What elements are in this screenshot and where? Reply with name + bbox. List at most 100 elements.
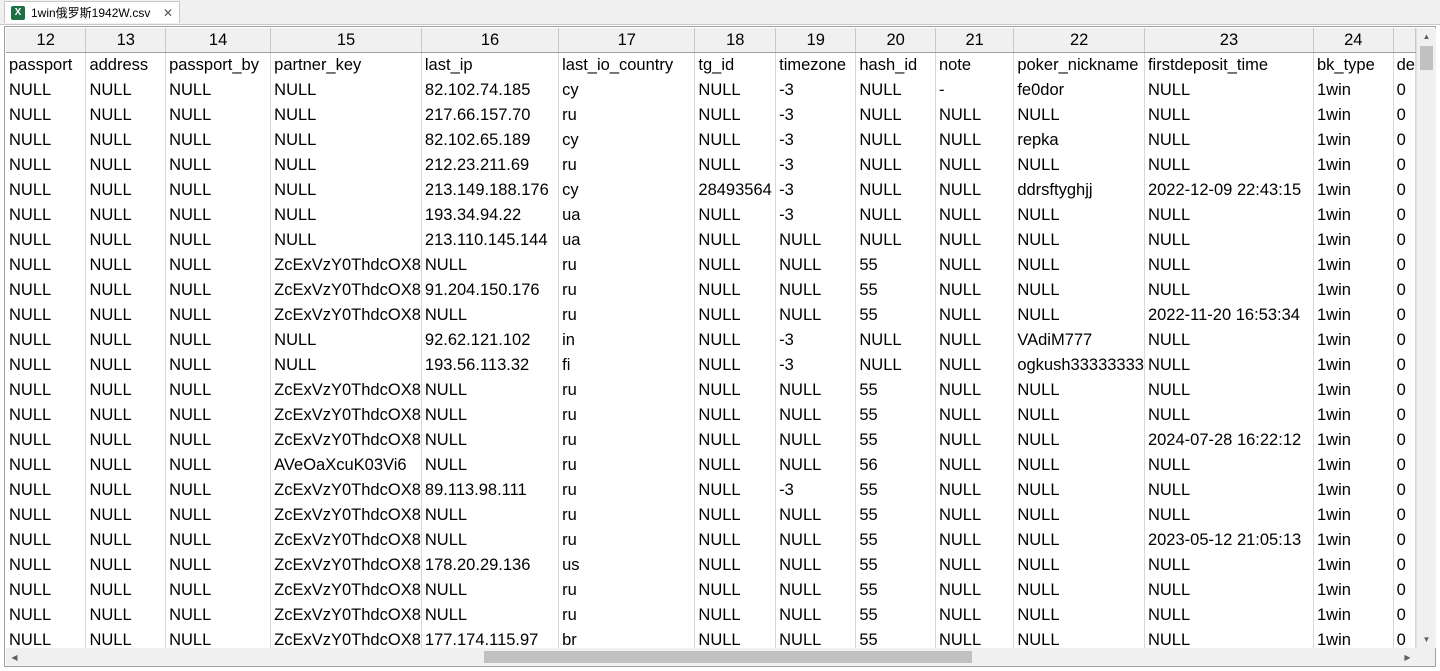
column-number-partial[interactable] (1393, 28, 1416, 53)
table-cell[interactable]: NULL (165, 628, 272, 648)
table-cell[interactable]: NULL (1013, 428, 1145, 453)
table-cell[interactable]: NULL (6, 428, 87, 453)
csv-grid[interactable]: 12 13 14 15 16 17 18 19 20 21 22 23 24 passport addre… (6, 28, 1416, 648)
table-cell[interactable]: NULL (165, 303, 272, 328)
table-cell[interactable]: NULL (165, 353, 272, 378)
table-cell[interactable]: NULL (421, 428, 560, 453)
table-cell[interactable]: NULL (855, 228, 936, 253)
table-cell[interactable]: NULL (935, 253, 1015, 278)
table-cell[interactable]: NULL (775, 228, 857, 253)
table-cell[interactable]: NULL (694, 503, 777, 528)
table-cell[interactable]: NULL (694, 528, 777, 553)
table-cell[interactable]: 1win (1313, 103, 1394, 128)
table-cell[interactable]: NULL (165, 603, 272, 628)
table-cell[interactable]: 1win (1313, 78, 1394, 103)
table-cell[interactable]: ru (558, 428, 696, 453)
table-cell[interactable]: NULL (1013, 303, 1145, 328)
table-cell[interactable]: 0 (1393, 453, 1416, 478)
table-cell[interactable]: NULL (85, 378, 167, 403)
table-cell[interactable]: 28493564 (694, 178, 777, 203)
table-cell[interactable]: 55 (855, 603, 936, 628)
table-cell[interactable]: -3 (775, 478, 857, 503)
table-cell[interactable]: 55 (855, 578, 936, 603)
table-cell[interactable]: 0 (1393, 253, 1416, 278)
table-cell[interactable]: NULL (935, 378, 1015, 403)
table-cell[interactable]: NULL (775, 628, 857, 648)
table-cell[interactable]: NULL (1144, 403, 1315, 428)
table-cell[interactable]: NULL (1144, 353, 1315, 378)
table-cell[interactable]: 217.66.157.70 (421, 103, 560, 128)
table-cell[interactable]: NULL (694, 553, 777, 578)
table-cell[interactable]: NULL (1144, 78, 1315, 103)
table-cell[interactable]: 1win (1313, 428, 1394, 453)
table-cell[interactable]: NULL (6, 78, 87, 103)
table-cell[interactable]: NULL (1013, 278, 1145, 303)
table-cell[interactable]: NULL (85, 453, 167, 478)
table-cell[interactable]: NULL (85, 203, 167, 228)
table-cell[interactable]: NULL (165, 528, 272, 553)
table-cell[interactable]: 0 (1393, 128, 1416, 153)
column-number-18[interactable]: 18 (694, 28, 777, 53)
table-cell[interactable]: NULL (694, 403, 777, 428)
table-cell[interactable]: 1win (1313, 478, 1394, 503)
table-cell[interactable]: ZcExVzY0ThdcOX8 (270, 403, 422, 428)
table-cell[interactable]: NULL (421, 528, 560, 553)
table-cell[interactable]: -3 (775, 178, 857, 203)
table-cell[interactable]: NULL (165, 328, 272, 353)
table-cell[interactable]: 0 (1393, 103, 1416, 128)
file-tab[interactable]: X 1win俄罗斯1942W.csv ✕ (4, 1, 180, 23)
table-cell[interactable]: NULL (935, 403, 1015, 428)
header-cell[interactable]: passport (6, 52, 87, 78)
table-cell[interactable]: 1win (1313, 603, 1394, 628)
table-cell[interactable]: ZcExVzY0ThdcOX8 (270, 503, 422, 528)
table-cell[interactable]: NULL (85, 478, 167, 503)
table-cell[interactable]: NULL (85, 353, 167, 378)
table-cell[interactable]: 0 (1393, 503, 1416, 528)
table-cell[interactable]: us (558, 553, 696, 578)
table-cell[interactable]: 0 (1393, 628, 1416, 648)
table-cell[interactable]: NULL (421, 578, 560, 603)
table-cell[interactable]: NULL (855, 128, 936, 153)
table-cell[interactable]: 1win (1313, 178, 1394, 203)
table-cell[interactable]: NULL (421, 378, 560, 403)
table-cell[interactable]: 55 (855, 553, 936, 578)
table-cell[interactable]: NULL (694, 78, 777, 103)
table-cell[interactable]: NULL (6, 553, 87, 578)
table-cell[interactable]: NULL (935, 328, 1015, 353)
table-cell[interactable]: NULL (165, 578, 272, 603)
table-cell[interactable]: NULL (775, 253, 857, 278)
vertical-scrollbar[interactable]: ▲ ▼ (1416, 28, 1436, 648)
table-cell[interactable]: NULL (935, 453, 1015, 478)
table-cell[interactable]: NULL (1144, 153, 1315, 178)
table-cell[interactable]: 213.149.188.176 (421, 178, 560, 203)
table-cell[interactable]: NULL (6, 303, 87, 328)
column-number-12[interactable]: 12 (6, 28, 87, 53)
table-cell[interactable]: NULL (1013, 203, 1145, 228)
table-cell[interactable]: 55 (855, 403, 936, 428)
table-cell[interactable]: NULL (270, 178, 422, 203)
table-cell[interactable]: NULL (935, 203, 1015, 228)
table-cell[interactable]: NULL (6, 128, 87, 153)
table-cell[interactable]: ZcExVzY0ThdcOX8 (270, 628, 422, 648)
table-cell[interactable]: 55 (855, 478, 936, 503)
table-cell[interactable]: 0 (1393, 203, 1416, 228)
header-cell[interactable]: passport_by (165, 52, 272, 78)
header-cell[interactable]: de (1393, 52, 1416, 78)
table-cell[interactable]: 0 (1393, 528, 1416, 553)
table-cell[interactable]: NULL (935, 528, 1015, 553)
table-cell[interactable]: NULL (935, 628, 1015, 648)
table-cell[interactable]: NULL (1144, 578, 1315, 603)
header-cell[interactable]: partner_key (270, 52, 422, 78)
table-cell[interactable]: ru (558, 603, 696, 628)
table-cell[interactable]: NULL (935, 178, 1015, 203)
table-cell[interactable]: NULL (694, 153, 777, 178)
table-cell[interactable]: ua (558, 203, 696, 228)
table-cell[interactable]: NULL (1144, 503, 1315, 528)
table-cell[interactable]: ddrsftyghjj (1013, 178, 1145, 203)
table-cell[interactable]: 0 (1393, 603, 1416, 628)
table-cell[interactable]: NULL (1013, 378, 1145, 403)
table-cell[interactable]: NULL (1013, 253, 1145, 278)
table-cell[interactable]: NULL (1013, 453, 1145, 478)
table-cell[interactable]: NULL (6, 578, 87, 603)
table-cell[interactable]: NULL (165, 503, 272, 528)
